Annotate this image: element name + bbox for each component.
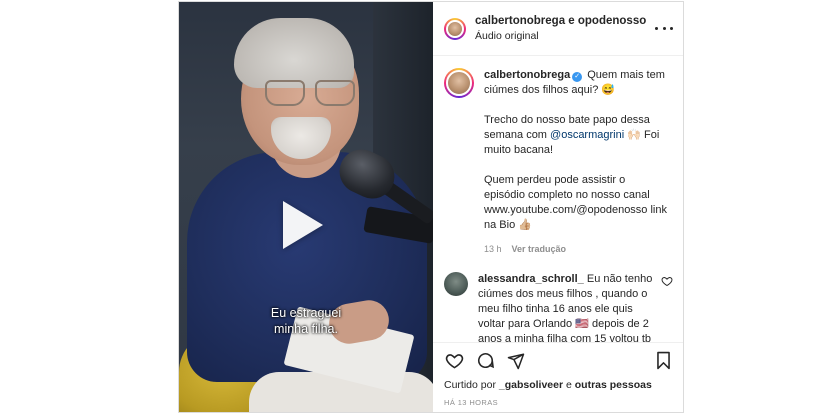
comment-icon <box>477 353 494 369</box>
caption-body: calbertonobrega ✓ Quem mais tem ciúmes do… <box>484 68 669 257</box>
commenter-avatar[interactable] <box>444 272 468 296</box>
translate-link[interactable]: Ver tradução <box>512 244 567 254</box>
post-header-meta: calbertonobrega e opodenosso Áudio origi… <box>475 14 655 43</box>
mention-link[interactable]: @oscarmagrini <box>550 129 624 141</box>
post-side-panel: calbertonobrega e opodenosso Áudio origi… <box>433 2 683 412</box>
comment-like-icon[interactable] <box>661 275 673 287</box>
save-button[interactable] <box>653 351 673 371</box>
likes-connector: e <box>563 379 575 391</box>
likes-others-link[interactable]: outras pessoas <box>575 379 652 391</box>
comment-button[interactable] <box>475 351 495 371</box>
person-glasses <box>265 80 357 106</box>
audio-link[interactable]: Áudio original <box>475 30 655 43</box>
action-bar <box>433 342 683 378</box>
bookmark-icon <box>656 351 670 370</box>
heart-outline-icon <box>445 354 463 369</box>
author-username[interactable]: calbertonobrega e opodenosso <box>475 14 655 28</box>
play-icon[interactable] <box>283 201 323 249</box>
instagram-post: Eu estraguei minha filha. calbertonobreg… <box>178 1 684 413</box>
post-video[interactable]: Eu estraguei minha filha. <box>179 2 433 412</box>
post-header: calbertonobrega e opodenosso Áudio origi… <box>433 2 683 56</box>
verified-badge-icon: ✓ <box>572 72 583 82</box>
comment-item: alessandra_schroll_ Eu não tenho ciúmes … <box>444 272 673 342</box>
likes-prefix: Curtido por <box>444 379 499 391</box>
liker-username[interactable]: _gabsoliveer <box>499 379 563 391</box>
likes-summary: Curtido por _gabsoliveer e outras pessoa… <box>433 378 683 396</box>
person-hair <box>234 18 354 88</box>
share-button[interactable] <box>506 351 526 371</box>
like-button[interactable] <box>444 351 464 371</box>
comments-section[interactable]: calbertonobrega ✓ Quem mais tem ciúmes do… <box>433 56 683 342</box>
caption-author-avatar[interactable] <box>444 68 474 98</box>
caption-para3: Quem perdeu pode assistir o episódio com… <box>484 174 667 231</box>
author-avatar[interactable] <box>444 17 466 40</box>
share-icon <box>507 353 525 369</box>
caption-time: 13 h <box>484 244 502 254</box>
caption-username[interactable]: calbertonobrega <box>484 69 570 81</box>
post-caption: calbertonobrega ✓ Quem mais tem ciúmes do… <box>444 68 673 257</box>
caption-meta: 13 h Ver tradução <box>484 242 669 257</box>
more-options-icon[interactable] <box>655 24 673 34</box>
commenter-username[interactable]: alessandra_schroll_ <box>478 273 584 285</box>
post-timestamp: HÁ 13 HORAS <box>444 398 498 407</box>
video-subtitle: Eu estraguei minha filha. <box>270 306 342 336</box>
comment-body: alessandra_schroll_ Eu não tenho ciúmes … <box>478 272 653 342</box>
